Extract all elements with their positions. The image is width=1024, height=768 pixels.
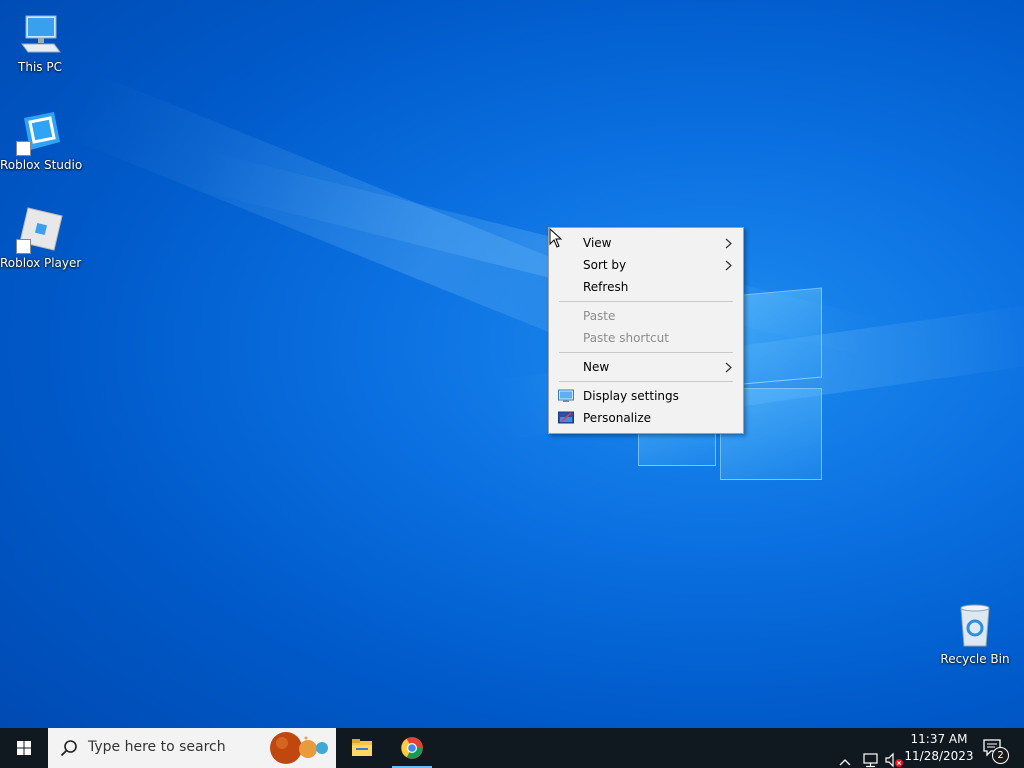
- menu-separator: [559, 381, 733, 382]
- start-button[interactable]: [0, 728, 48, 768]
- taskbar: Type here to search 11:37 AM 11/28/2023 …: [0, 728, 1024, 768]
- taskbar-search-box[interactable]: Type here to search: [48, 728, 336, 768]
- menu-item-label: Refresh: [583, 280, 629, 294]
- chrome-icon: [401, 737, 423, 759]
- menu-item-paste: Paste: [549, 305, 743, 327]
- menu-item-personalize[interactable]: Personalize: [549, 407, 743, 429]
- menu-item-paste-shortcut: Paste shortcut: [549, 327, 743, 349]
- menu-item-refresh[interactable]: Refresh: [549, 276, 743, 298]
- mouse-cursor-icon: [549, 228, 563, 248]
- wallpaper-beam: [195, 150, 885, 359]
- menu-item-display-settings[interactable]: Display settings: [549, 385, 743, 407]
- menu-item-label: Paste: [583, 309, 616, 323]
- desktop-icon-label: Roblox Player: [0, 256, 82, 270]
- search-highlight-planets-icon: [270, 732, 328, 764]
- shortcut-arrow-icon: [16, 239, 31, 254]
- shortcut-arrow-icon: [16, 141, 31, 156]
- menu-item-label: Display settings: [583, 389, 679, 403]
- volume-muted-icon[interactable]: [884, 740, 904, 768]
- desktop-icon-recycle-bin[interactable]: Recycle Bin: [935, 602, 1015, 666]
- network-icon[interactable]: [862, 740, 880, 768]
- clock-time: 11:37 AM: [910, 732, 968, 746]
- chevron-right-icon: [725, 260, 732, 271]
- folder-icon: [352, 739, 372, 756]
- display-settings-icon: [558, 389, 574, 402]
- personalize-icon: [558, 411, 574, 424]
- windows-logo-icon: [17, 741, 31, 755]
- menu-separator: [559, 301, 733, 302]
- taskbar-file-explorer[interactable]: [338, 728, 386, 768]
- menu-item-new[interactable]: New: [549, 356, 743, 378]
- menu-item-label: Sort by: [583, 258, 627, 272]
- menu-separator: [559, 352, 733, 353]
- desktop-context-menu: View Sort by Refresh Paste Paste shortcu…: [548, 227, 744, 434]
- desktop-icon-label: Recycle Bin: [940, 652, 1010, 666]
- menu-item-sort-by[interactable]: Sort by: [549, 254, 743, 276]
- clock-date: 11/28/2023: [904, 749, 974, 763]
- chevron-right-icon: [725, 362, 732, 373]
- menu-item-view[interactable]: View: [549, 232, 743, 254]
- search-placeholder: Type here to search: [88, 739, 226, 755]
- desktop-icon-roblox-player[interactable]: Roblox Player: [0, 206, 82, 270]
- menu-item-label: Personalize: [583, 411, 652, 425]
- search-icon: [60, 740, 77, 757]
- roblox-studio-icon: [16, 108, 64, 156]
- notification-badge: 2: [992, 747, 1009, 764]
- desktop-icon-label: Roblox Studio: [0, 158, 83, 172]
- menu-item-label: Paste shortcut: [583, 331, 669, 345]
- menu-item-label: New: [583, 360, 610, 374]
- desktop-icon-this-pc[interactable]: This PC: [0, 10, 80, 74]
- action-center-button[interactable]: 2: [980, 728, 1010, 768]
- roblox-player-icon: [16, 206, 64, 254]
- taskbar-clock[interactable]: 11:37 AM 11/28/2023: [904, 731, 974, 765]
- desktop-icon-roblox-studio[interactable]: Roblox Studio: [0, 108, 83, 172]
- desktop[interactable]: This PC Roblox Studio Roblox Player Recy…: [0, 0, 1024, 768]
- chevron-up-icon[interactable]: [838, 742, 852, 768]
- chevron-right-icon: [725, 238, 732, 249]
- computer-icon: [16, 10, 64, 58]
- desktop-icon-label: This PC: [18, 60, 62, 74]
- taskbar-chrome[interactable]: [388, 728, 436, 768]
- menu-item-label: View: [583, 236, 612, 250]
- recycle-bin-icon: [951, 602, 999, 650]
